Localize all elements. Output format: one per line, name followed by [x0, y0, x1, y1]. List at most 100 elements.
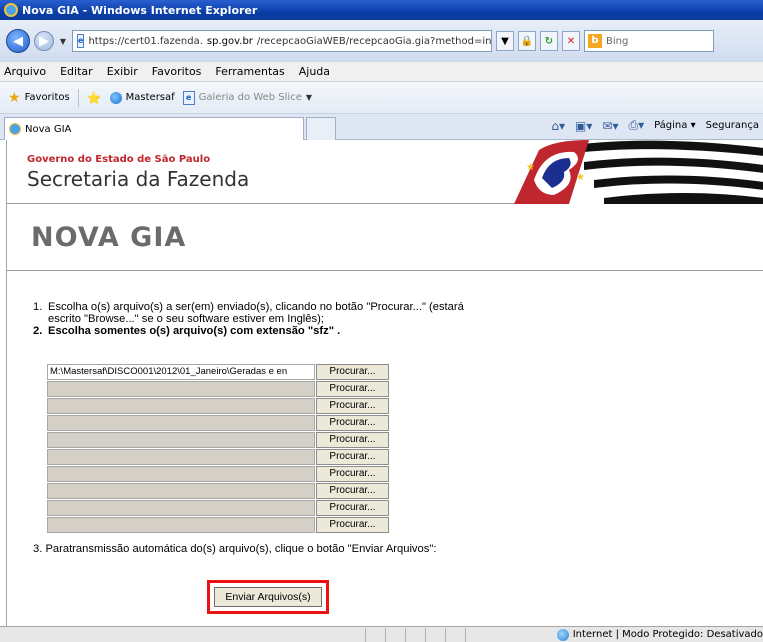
- menu-exibir[interactable]: Exibir: [107, 65, 138, 78]
- fav-item-mastersaf[interactable]: Mastersaf: [109, 91, 175, 104]
- favorites-button[interactable]: ★ Favoritos: [8, 90, 70, 106]
- security-zone[interactable]: Internet | Modo Protegido: Desativado: [551, 628, 763, 641]
- file-path-input-7[interactable]: [47, 466, 315, 482]
- file-path-input-4[interactable]: [47, 415, 315, 431]
- browse-button-9[interactable]: Procurar...: [316, 500, 389, 516]
- status-segment: [405, 627, 425, 642]
- address-dropdown-button[interactable]: ▼: [496, 31, 514, 51]
- status-segment: [445, 627, 465, 642]
- ie-logo-icon: [4, 3, 18, 17]
- file-row: Procurar...: [47, 415, 391, 432]
- menu-editar[interactable]: Editar: [60, 65, 93, 78]
- forward-button[interactable]: ▶: [34, 31, 54, 51]
- browse-button-7[interactable]: Procurar...: [316, 466, 389, 482]
- status-segment: [465, 627, 485, 642]
- step2-text: Escolha somentes o(s) arquivo(s) com ext…: [48, 325, 341, 337]
- mastersaf-icon: [109, 91, 122, 104]
- file-path-input-6[interactable]: [47, 449, 315, 465]
- zone-text: Internet | Modo Protegido: Desativado: [572, 629, 763, 640]
- page-icon: e: [182, 90, 195, 105]
- search-input[interactable]: b Bing: [584, 30, 714, 52]
- home-icon[interactable]: ⌂▾: [551, 119, 565, 133]
- status-segment: [425, 627, 445, 642]
- browse-button-5[interactable]: Procurar...: [316, 432, 389, 448]
- url-prefix: https://cert01.fazenda.: [88, 35, 203, 47]
- instructions: 1. Escolha o(s) arquivo(s) a ser(em) envi…: [33, 301, 553, 337]
- file-row: Procurar...: [47, 517, 391, 534]
- browse-button-1[interactable]: Procurar...: [316, 364, 389, 380]
- command-bar: ⌂▾ ▣▾ ✉▾ ⎙▾ Página ▾ Segurança: [551, 118, 763, 133]
- browse-button-3[interactable]: Procurar...: [316, 398, 389, 414]
- menu-bar: Arquivo Editar Exibir Favoritos Ferramen…: [0, 62, 763, 82]
- menu-arquivo[interactable]: Arquivo: [4, 65, 46, 78]
- address-toolbar: ◀ ▶ ▼ e https://cert01.fazenda. sp.gov.br…: [0, 20, 763, 62]
- globe-icon: [556, 628, 569, 641]
- fav-item-label: Galeria do Web Slice: [198, 92, 302, 103]
- file-row: Procurar...: [47, 432, 391, 449]
- browse-button-4[interactable]: Procurar...: [316, 415, 389, 431]
- fav-item-label: Mastersaf: [125, 92, 175, 103]
- mail-icon[interactable]: ✉▾: [602, 119, 618, 133]
- file-path-input-8[interactable]: [47, 483, 315, 499]
- page-title: NOVA GIA: [31, 222, 187, 253]
- history-dropdown-icon[interactable]: ▼: [58, 37, 68, 46]
- tab-nova-gia[interactable]: Nova GIA: [4, 117, 304, 140]
- svg-text:★: ★: [576, 172, 585, 183]
- file-row: Procurar...: [47, 381, 391, 398]
- submit-highlight: Enviar Arquivos(s): [207, 580, 329, 614]
- step1-line2: escrito "Browse..." se o seu software es…: [48, 313, 324, 325]
- file-path-input-5[interactable]: [47, 432, 315, 448]
- stop-button[interactable]: ✕: [562, 31, 580, 51]
- file-path-input-1[interactable]: M:\Mastersaf\DISCO001\2012\01_Janeiro\Ge…: [47, 364, 315, 380]
- browse-button-10[interactable]: Procurar...: [316, 517, 389, 533]
- refresh-button[interactable]: ↻: [540, 31, 558, 51]
- step1-number: 1.: [33, 301, 43, 313]
- window-titlebar: Nova GIA - Windows Internet Explorer: [0, 0, 763, 20]
- file-row: Procurar...: [47, 500, 391, 517]
- tab-title: Nova GIA: [25, 123, 72, 135]
- address-input[interactable]: e https://cert01.fazenda. sp.gov.br/recep…: [72, 30, 492, 52]
- menu-ajuda[interactable]: Ajuda: [299, 65, 330, 78]
- file-row: Procurar...: [47, 398, 391, 415]
- feeds-icon[interactable]: ▣▾: [575, 119, 592, 133]
- lock-icon[interactable]: 🔒: [518, 31, 536, 51]
- page-viewport: Governo do Estado de São Paulo Secretari…: [6, 140, 763, 626]
- browse-button-8[interactable]: Procurar...: [316, 483, 389, 499]
- favorites-star-icon: ★: [8, 89, 21, 106]
- file-path-input-3[interactable]: [47, 398, 315, 414]
- file-path-input-9[interactable]: [47, 500, 315, 516]
- menu-favoritos[interactable]: Favoritos: [152, 65, 202, 78]
- browse-button-6[interactable]: Procurar...: [316, 449, 389, 465]
- new-tab-button[interactable]: [306, 117, 336, 140]
- page-icon: e: [77, 34, 85, 48]
- site-header: Governo do Estado de São Paulo Secretari…: [7, 140, 763, 204]
- file-row: Procurar...: [47, 466, 391, 483]
- back-button[interactable]: ◀: [6, 29, 30, 53]
- page-menu-label: Página: [654, 120, 688, 131]
- security-menu[interactable]: Segurança: [706, 120, 759, 131]
- status-segment: [365, 627, 385, 642]
- favorites-label: Favoritos: [24, 92, 70, 103]
- sec-label: Secretaria da Fazenda: [27, 167, 250, 191]
- divider: [7, 270, 763, 271]
- file-row: Procurar...: [47, 483, 391, 500]
- print-icon[interactable]: ⎙▾: [628, 118, 644, 133]
- window-title: Nova GIA - Windows Internet Explorer: [22, 3, 258, 17]
- url-suffix: /recepcaoGiaWEB/recepcaoGia.gia?method=i…: [256, 35, 492, 47]
- page-menu[interactable]: Página ▾: [654, 120, 696, 131]
- favorites-bar: ★ Favoritos ⭐ Mastersaf e Galeria do Web…: [0, 82, 763, 114]
- file-path-input-10[interactable]: [47, 517, 315, 533]
- svg-text:★: ★: [526, 162, 535, 173]
- divider: [77, 88, 79, 107]
- browse-button-2[interactable]: Procurar...: [316, 381, 389, 397]
- fav-item-web-slice[interactable]: e Galeria do Web Slice ▼: [182, 90, 313, 105]
- search-placeholder: Bing: [606, 35, 629, 47]
- chevron-down-icon: ▼: [305, 93, 313, 102]
- add-favorite-icon[interactable]: ⭐: [87, 91, 102, 105]
- file-path-input-2[interactable]: [47, 381, 315, 397]
- bing-icon: b: [588, 34, 602, 48]
- file-row: M:\Mastersaf\DISCO001\2012\01_Janeiro\Ge…: [47, 364, 391, 381]
- menu-ferramentas[interactable]: Ferramentas: [215, 65, 284, 78]
- send-files-button[interactable]: Enviar Arquivos(s): [214, 587, 322, 607]
- url-domain: sp.gov.br: [206, 35, 253, 47]
